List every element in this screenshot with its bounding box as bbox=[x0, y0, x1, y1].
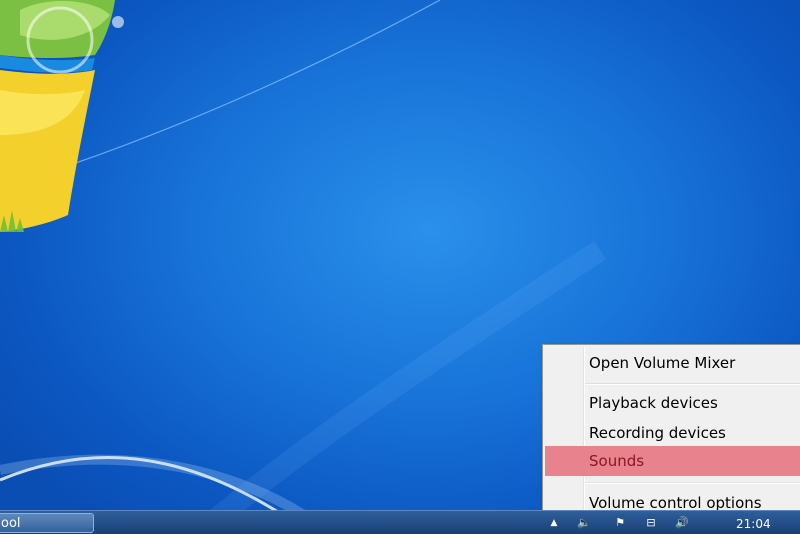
menu-separator bbox=[585, 383, 800, 385]
volume-context-menu: Open Volume Mixer Playback devices Recor… bbox=[542, 344, 800, 520]
show-hidden-icons-arrow-icon[interactable]: ▲ bbox=[548, 515, 560, 531]
light-streak-top bbox=[69, 0, 441, 166]
menu-item-playback-devices[interactable]: Playback devices bbox=[545, 388, 800, 418]
taskbar-app-button[interactable]: ool bbox=[0, 513, 94, 533]
action-center-flag-icon[interactable]: ⚑ bbox=[612, 515, 628, 531]
logo-glow-dot bbox=[112, 16, 124, 28]
menu-item-sounds[interactable]: Sounds bbox=[545, 446, 800, 476]
menu-item-recording-devices[interactable]: Recording devices bbox=[545, 418, 800, 448]
network-icon[interactable]: ⊟ bbox=[642, 515, 660, 531]
menu-separator bbox=[585, 482, 800, 484]
speaker-icon[interactable]: 🔈 bbox=[576, 515, 592, 531]
menu-item-open-volume-mixer[interactable]: Open Volume Mixer bbox=[545, 348, 800, 378]
taskbar-clock[interactable]: 21:04 bbox=[736, 516, 796, 532]
volume-icon[interactable]: 🔊 bbox=[672, 515, 692, 531]
light-streak-wide bbox=[192, 240, 607, 533]
